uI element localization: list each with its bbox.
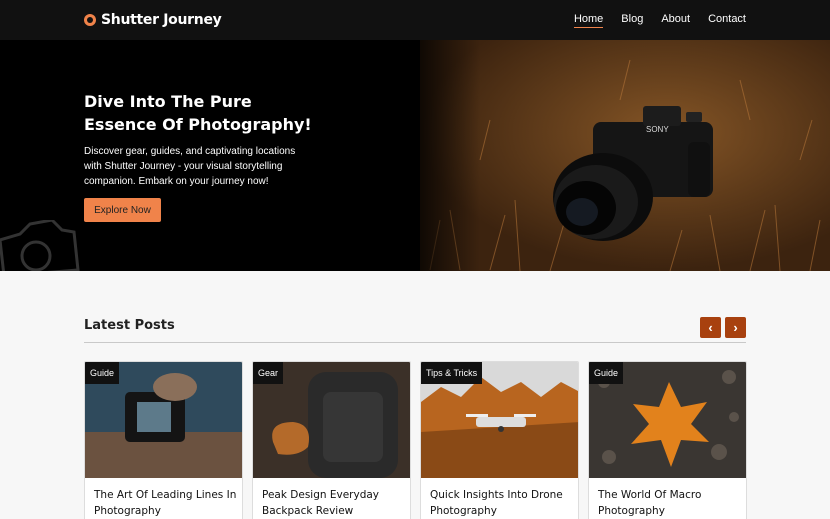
post-tag[interactable]: Guide — [589, 362, 624, 384]
hero-title: Dive Into The Pure Essence Of Photograph… — [84, 92, 312, 134]
camera-photo: SONY — [553, 106, 713, 241]
post-card-image[interactable]: Gear — [253, 362, 410, 478]
carousel-prev-button[interactable]: ‹ — [700, 317, 721, 338]
nav-link-blog[interactable]: Blog — [621, 13, 643, 27]
nav-link-about[interactable]: About — [661, 13, 690, 27]
hero-section: SONY Dive Into The Pure Essence Of Photo… — [0, 40, 830, 271]
hero-fade-overlay — [400, 40, 480, 271]
post-tag[interactable]: Gear — [253, 362, 284, 384]
nav-links: Home Blog About Contact — [573, 0, 746, 40]
post-tag[interactable]: Guide — [85, 362, 120, 384]
post-card-image[interactable]: Guide — [85, 362, 242, 478]
post-card[interactable]: Guide The World Of Macro Photography — [588, 361, 747, 519]
post-card-image[interactable]: Guide — [589, 362, 746, 478]
camera-outline-icon — [0, 220, 80, 271]
camera-brand-text: SONY — [646, 125, 669, 134]
site-logo[interactable]: Shutter Journey — [84, 12, 222, 28]
hero-subtitle: Discover gear, guides, and captivating l… — [84, 146, 296, 187]
carousel-next-button[interactable]: › — [725, 317, 746, 338]
aperture-icon — [84, 14, 96, 26]
post-card-image[interactable]: Tips & Tricks — [421, 362, 578, 478]
post-card[interactable]: Gear Peak Design Everyday Backpack Revie… — [252, 361, 411, 519]
nav-link-home[interactable]: Home — [573, 13, 604, 28]
section-divider — [84, 342, 746, 343]
post-title[interactable]: The Art Of Leading Lines In Photography — [94, 488, 239, 519]
explore-now-button[interactable]: Explore Now — [84, 198, 161, 222]
nav-link-contact[interactable]: Contact — [708, 13, 746, 27]
logo-text: Shutter Journey — [101, 12, 222, 28]
latest-posts-heading: Latest Posts — [84, 318, 175, 333]
top-navbar: Shutter Journey Home Blog About Contact — [0, 0, 830, 40]
post-tag[interactable]: Tips & Tricks — [421, 362, 483, 384]
post-card[interactable]: Guide The Art Of Leading Lines In Photog… — [84, 361, 243, 519]
post-title[interactable]: The World Of Macro Photography — [598, 488, 743, 519]
post-title[interactable]: Quick Insights Into Drone Photography — [430, 488, 575, 519]
post-title[interactable]: Peak Design Everyday Backpack Review — [262, 488, 407, 519]
post-card[interactable]: Tips & Tricks Quick Insights Into Drone … — [420, 361, 579, 519]
